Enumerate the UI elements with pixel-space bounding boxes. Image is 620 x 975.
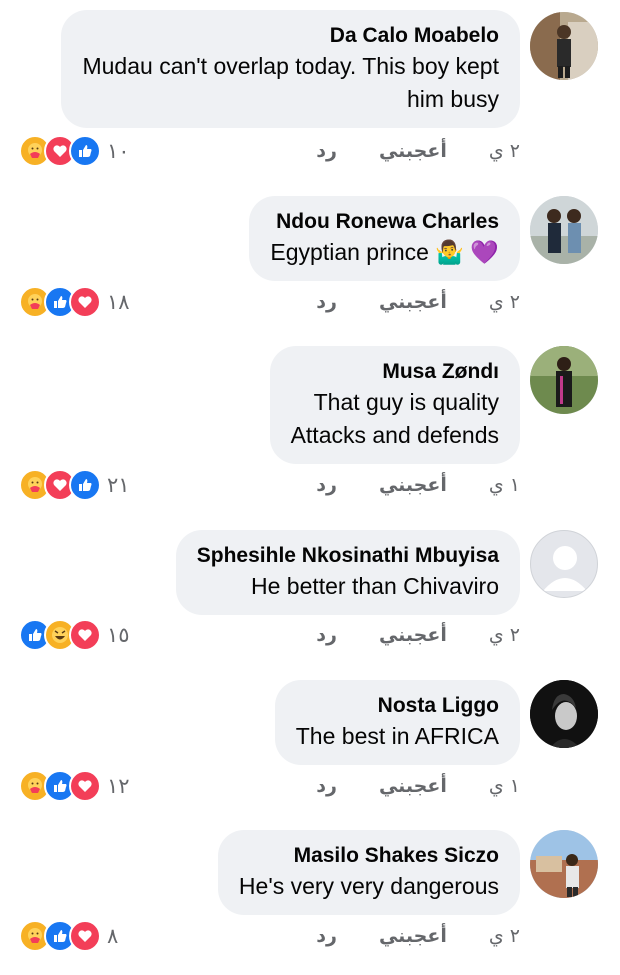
avatar-placeholder[interactable] [530,530,598,598]
comment-actions: ٢ ي أعجبني رد [316,287,520,317]
reply-button[interactable]: رد [316,775,337,797]
timestamp[interactable]: ٢ ي [489,624,520,646]
reply-button[interactable]: رد [316,474,337,496]
reaction-summary[interactable]: ١٥ [19,619,130,651]
comment-actions: ٢ ي أعجبني رد [316,620,520,650]
like-reaction-icon [69,469,101,501]
timestamp[interactable]: ١ ي [489,474,520,496]
author-name[interactable]: Musa Zøndı [291,358,499,386]
author-name[interactable]: Sphesihle Nkosinathi Mbuyisa [197,542,499,570]
avatar[interactable] [530,346,598,414]
reaction-summary[interactable]: ١٠ [19,135,130,167]
timestamp[interactable]: ٢ ي [489,925,520,947]
comment-text: That guy is quality [313,389,499,415]
comment-bubble: Musa Zøndı That guy is quality Attacks a… [269,346,520,464]
avatar[interactable] [530,830,598,898]
reaction-summary[interactable]: ٢١ [19,469,130,501]
reaction-count: ٨ [107,924,119,948]
love-reaction-icon [69,920,101,952]
reply-button[interactable]: رد [316,624,337,646]
reaction-count: ١٠ [107,139,130,163]
comment-text: The best in AFRICA [295,723,499,749]
comment-text: Egyptian prince 🤷‍♂️ 💜 [270,239,499,265]
like-button[interactable]: أعجبني [379,474,447,496]
reaction-count: ١٥ [107,623,130,647]
comment-actions: ١ ي أعجبني رد [316,771,520,801]
timestamp[interactable]: ٢ ي [489,140,520,162]
like-reaction-icon [69,135,101,167]
reaction-count: ١٢ [107,774,130,798]
like-button[interactable]: أعجبني [379,775,447,797]
comment-bubble: Masilo Shakes Siczo He's very very dange… [217,830,520,915]
comment-bubble: Nosta Liggo The best in AFRICA [274,680,520,765]
comment-actions: ١ ي أعجبني رد [316,470,520,500]
comment-text: He better than Chivaviro [250,573,499,599]
reply-button[interactable]: رد [316,140,337,162]
author-name[interactable]: Da Calo Moabelo [82,22,499,50]
avatar[interactable] [530,196,598,264]
love-reaction-icon [69,619,101,651]
author-name[interactable]: Ndou Ronewa Charles [270,208,499,236]
reply-button[interactable]: رد [316,291,337,313]
comment-text: Mudau can't overlap today. This boy kept [82,53,499,79]
avatar[interactable] [530,12,598,80]
comment-bubble: Ndou Ronewa Charles Egyptian prince 🤷‍♂️… [249,196,520,281]
avatar[interactable] [530,680,598,748]
reaction-summary[interactable]: ٨ [19,920,119,952]
comment-text: He's very very dangerous [238,873,499,899]
comment-text: him busy [406,86,499,112]
comment-actions: ٢ ي أعجبني رد [316,136,520,166]
comment-bubble: Da Calo Moabelo Mudau can't overlap toda… [61,10,520,128]
like-button[interactable]: أعجبني [379,925,447,947]
reaction-count: ٢١ [107,473,130,497]
like-button[interactable]: أعجبني [379,140,447,162]
love-reaction-icon [69,286,101,318]
author-name[interactable]: Nosta Liggo [296,692,499,720]
reaction-summary[interactable]: ١٨ [19,286,130,318]
like-button[interactable]: أعجبني [379,624,447,646]
timestamp[interactable]: ٢ ي [489,291,520,313]
comment-text: Attacks and defends [290,422,499,448]
comment-bubble: Sphesihle Nkosinathi Mbuyisa He better t… [175,530,520,615]
like-button[interactable]: أعجبني [379,291,447,313]
author-name[interactable]: Masilo Shakes Siczo [239,842,499,870]
reply-button[interactable]: رد [316,925,337,947]
timestamp[interactable]: ١ ي [489,775,520,797]
comment-actions: ٢ ي أعجبني رد [316,921,520,951]
love-reaction-icon [69,770,101,802]
reaction-summary[interactable]: ١٢ [19,770,130,802]
reaction-count: ١٨ [107,290,130,314]
